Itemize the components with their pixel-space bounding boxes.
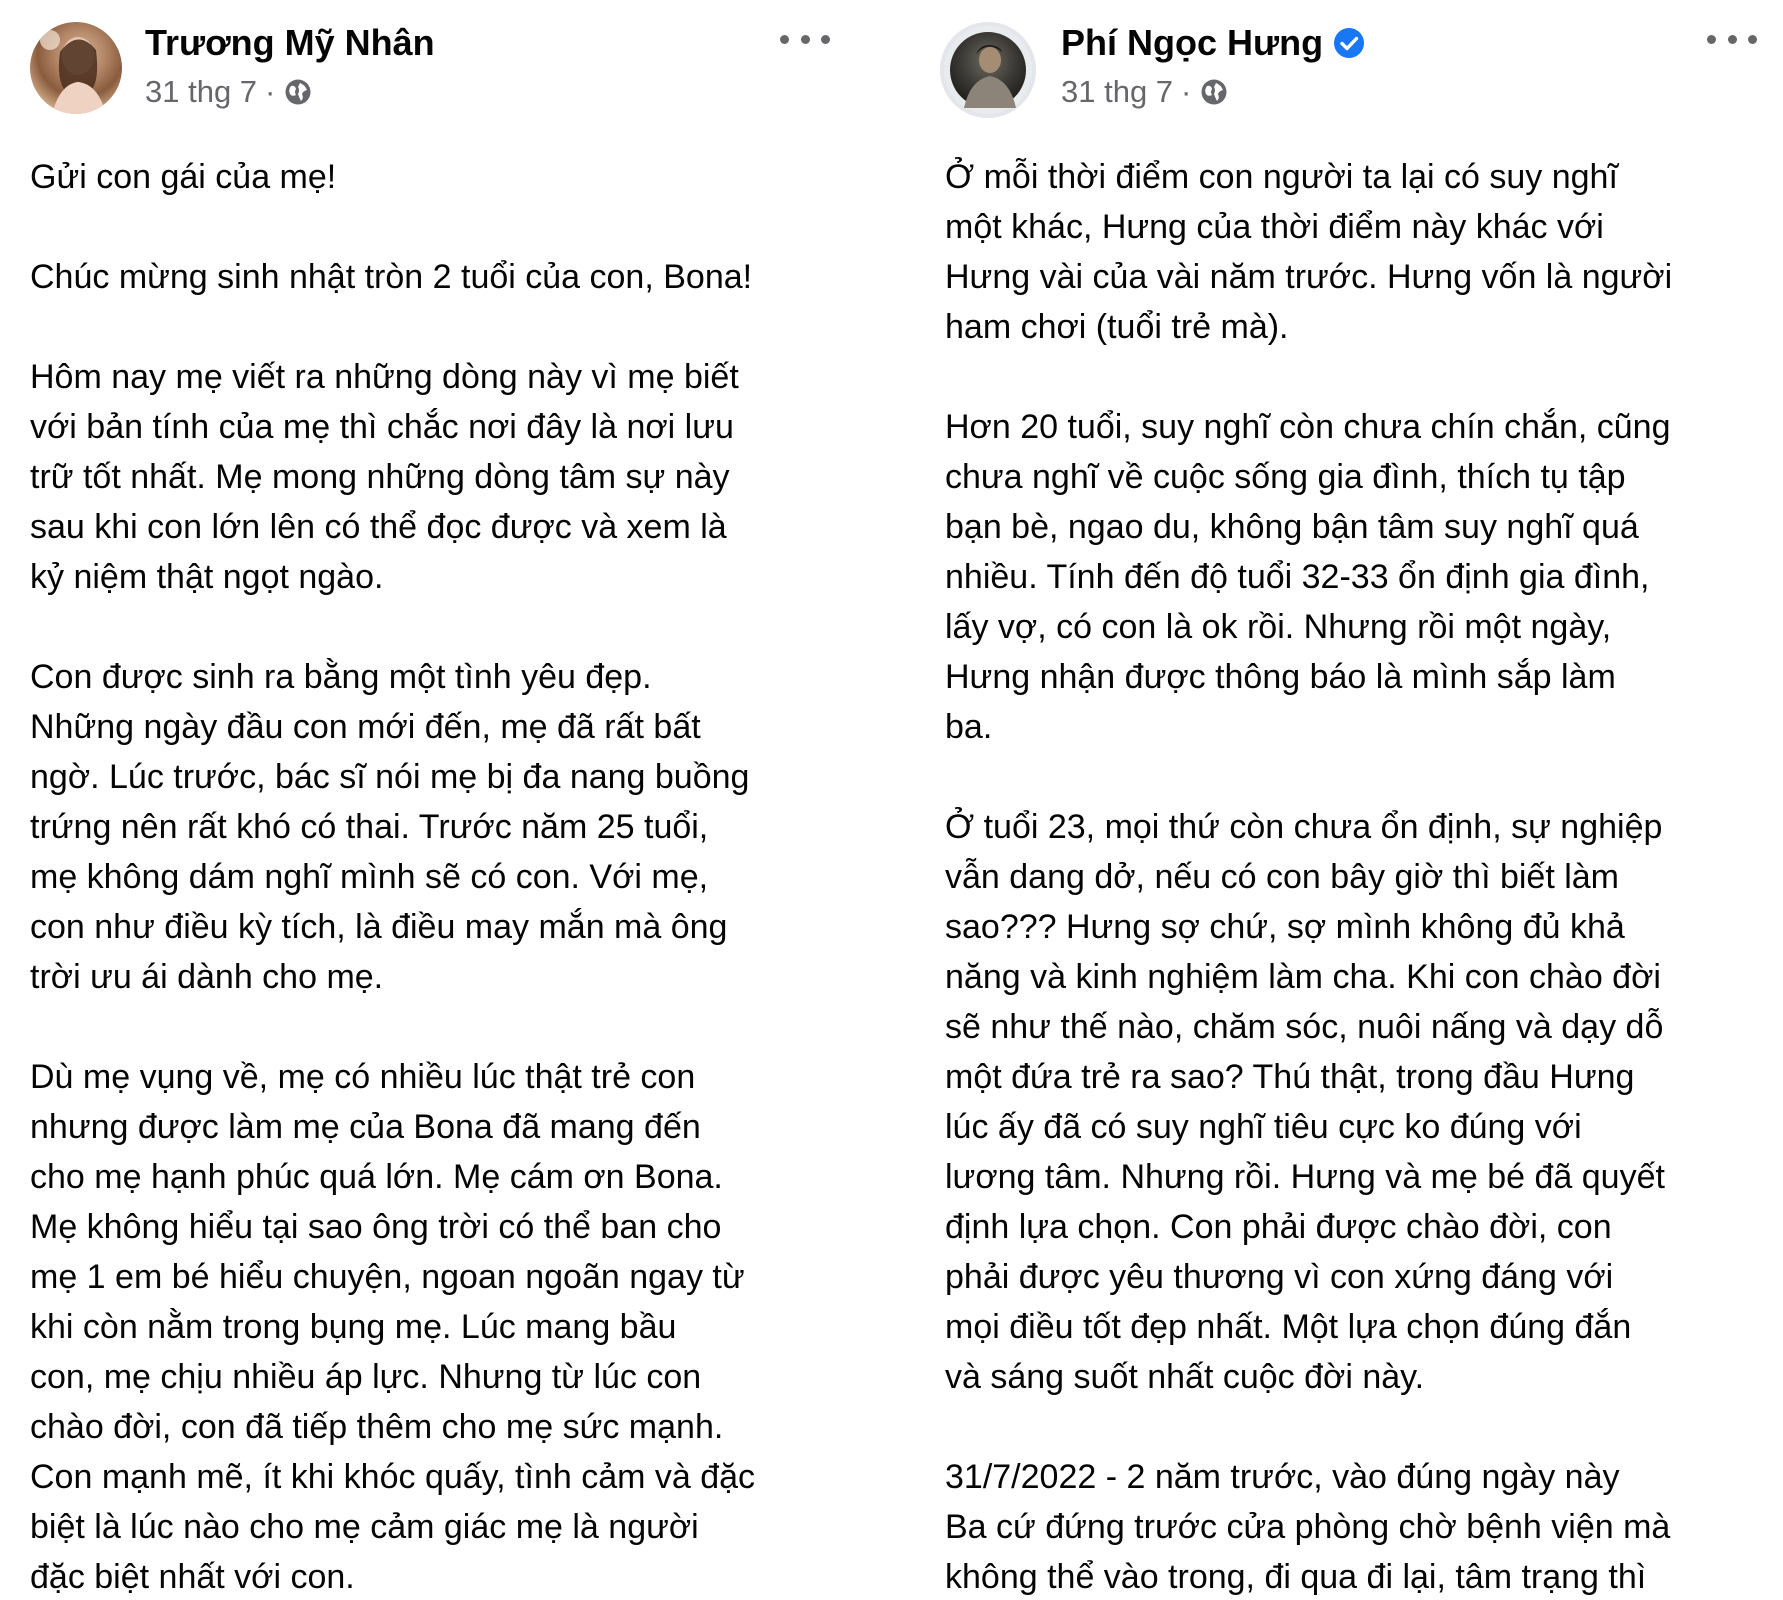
- text-line: ba.: [945, 708, 993, 746]
- more-options-icon: [780, 34, 789, 44]
- text-line: Hưng nhận được thông báo là mình sắp làm: [945, 658, 1616, 696]
- meta-separator: ·: [265, 74, 276, 109]
- text-line: vẫn dang dở, nếu có con bây giờ thì biết…: [945, 858, 1620, 896]
- text-line: Ở tuổi 23, mọi thứ còn chưa ổn định, sự …: [945, 808, 1663, 846]
- text-line: một đứa trẻ ra sao? Thú thật, trong đầu …: [945, 1058, 1635, 1096]
- text-line: chào đời, con đã tiếp thêm cho mẹ sức mạ…: [30, 1408, 724, 1446]
- text-line: bạn bè, ngao du, không bận tâm suy nghĩ …: [945, 508, 1639, 546]
- text-line: Dù mẹ vụng về, mẹ có nhiều lúc thật trẻ …: [30, 1058, 696, 1096]
- text-line: không thể vào trong, đi qua đi lại, tâm …: [945, 1558, 1647, 1596]
- paragraph: Dù mẹ vụng về, mẹ có nhiều lúc thật trẻ …: [30, 1052, 880, 1600]
- text-line: trữ tốt nhất. Mẹ mong những dòng tâm sự …: [30, 458, 730, 496]
- text-line: con, mẹ chịu nhiều áp lực. Nhưng từ lúc …: [30, 1358, 702, 1396]
- text-line: Chúc mừng sinh nhật tròn 2 tuổi của con,…: [30, 258, 753, 296]
- text-line: sau khi con lớn lên có thể đọc được và x…: [30, 508, 727, 546]
- text-line: ngờ. Lúc trước, bác sĩ nói mẹ bị đa nang…: [30, 758, 750, 796]
- more-options-dot: [821, 34, 830, 44]
- post-body: Ở mỗi thời điểm con người ta lại có suy …: [945, 152, 1780, 1600]
- text-line: mọi điều tốt đẹp nhất. Một lựa chọn đúng…: [945, 1308, 1632, 1346]
- more-options-dot: [800, 34, 810, 44]
- text-line: khi còn nằm trong bụng mẹ. Lúc mang bầu: [30, 1308, 677, 1346]
- text-line: năng và kinh nghiệm làm cha. Khi con chà…: [945, 958, 1661, 996]
- text-line: định lựa chọn. Con phải được chào đời, c…: [945, 1208, 1612, 1246]
- text-line: lương tâm. Nhưng rồi. Hưng và mẹ bé đã q…: [945, 1158, 1665, 1196]
- avatar[interactable]: [30, 22, 122, 114]
- text-line: lấy vợ, có con là ok rồi. Nhưng rồi một …: [945, 608, 1612, 646]
- text-line: nhiều. Tính đến độ tuổi 32-33 ổn định gi…: [945, 558, 1650, 596]
- text-line: Hưng vài của vài năm trước. Hưng vốn là …: [945, 258, 1673, 296]
- paragraph: Con được sinh ra bằng một tình yêu đẹp. …: [30, 652, 880, 1002]
- avatar-photo: [40, 30, 106, 114]
- text-line: Gửi con gái của mẹ!: [30, 158, 337, 196]
- verified-badge-icon: [1333, 27, 1365, 59]
- text-line: kỷ niệm thật ngọt ngào.: [30, 558, 384, 596]
- author-name[interactable]: Trương Mỹ Nhân: [145, 22, 435, 64]
- text-line: đặc biệt nhất với con.: [30, 1558, 355, 1596]
- text-line: Mẹ không hiểu tại sao ông trời có thể ba…: [30, 1208, 722, 1246]
- paragraph: Hơn 20 tuổi, suy nghĩ còn chưa chín chắn…: [945, 402, 1780, 752]
- more-options-dot: [1727, 34, 1737, 44]
- paragraph: Chúc mừng sinh nhật tròn 2 tuổi của con,…: [30, 252, 880, 302]
- text-line: Ba cứ đứng trước cửa phòng chờ bệnh viện…: [945, 1508, 1671, 1546]
- post-header: Trương Mỹ Nhân 31 thg 7 ·: [0, 0, 890, 140]
- avatar[interactable]: [940, 22, 1036, 118]
- post-meta: 31 thg 7 ·: [1061, 74, 1229, 110]
- post-phi-ngoc-hung: Phí Ngọc Hưng 31 thg 7 · Ở mỗi thời điểm…: [915, 0, 1783, 1600]
- text-line: sao??? Hưng sợ chứ, sợ mình không đủ khả: [945, 908, 1625, 946]
- text-line: cho mẹ hạnh phúc quá lớn. Mẹ cám ơn Bona…: [30, 1158, 723, 1196]
- text-line: chưa nghĩ về cuộc sống gia đình, thích t…: [945, 458, 1626, 496]
- more-options-button[interactable]: [1707, 26, 1757, 52]
- author-row: Phí Ngọc Hưng: [1061, 22, 1365, 64]
- globe-icon: [283, 77, 313, 107]
- text-line: phải được yêu thương vì con xứng đáng vớ…: [945, 1258, 1614, 1296]
- text-line: một khác, Hưng của thời điểm này khác vớ…: [945, 208, 1604, 246]
- text-line: Hơn 20 tuổi, suy nghĩ còn chưa chín chắn…: [945, 408, 1671, 446]
- avatar-photo: [950, 32, 1026, 108]
- author-row: Trương Mỹ Nhân: [145, 22, 435, 64]
- author-name[interactable]: Phí Ngọc Hưng: [1061, 22, 1323, 64]
- post-body: Gửi con gái của mẹ! Chúc mừng sinh nhật …: [30, 152, 880, 1600]
- post-header: Phí Ngọc Hưng 31 thg 7 ·: [915, 0, 1783, 140]
- text-line: Những ngày đầu con mới đến, mẹ đã rất bấ…: [30, 708, 701, 746]
- text-line: Con được sinh ra bằng một tình yêu đẹp.: [30, 658, 652, 696]
- text-line: ham chơi (tuổi trẻ mà).: [945, 308, 1289, 346]
- paragraph: Ở tuổi 23, mọi thứ còn chưa ổn định, sự …: [945, 802, 1780, 1402]
- text-line: mẹ 1 em bé hiểu chuyện, ngoan ngoãn ngay…: [30, 1258, 745, 1296]
- text-line: Hôm nay mẹ viết ra những dòng này vì mẹ …: [30, 358, 739, 396]
- paragraph: 31/7/2022 - 2 năm trước, vào đúng ngày n…: [945, 1452, 1780, 1600]
- text-line: con như điều kỳ tích, là điều may mắn mà…: [30, 908, 728, 946]
- text-line: nhưng được làm mẹ của Bona đã mang đến: [30, 1108, 701, 1146]
- text-line: trứng nên rất khó có thai. Trước năm 25 …: [30, 808, 709, 846]
- text-line: sẽ như thế nào, chăm sóc, nuôi nấng và d…: [945, 1008, 1664, 1046]
- text-line: trời ưu ái dành cho mẹ.: [30, 958, 384, 996]
- text-line: với bản tính của mẹ thì chắc nơi đây là …: [30, 408, 734, 446]
- text-line: Ở mỗi thời điểm con người ta lại có suy …: [945, 158, 1618, 196]
- more-options-icon: [1707, 34, 1716, 44]
- paragraph: Ở mỗi thời điểm con người ta lại có suy …: [945, 152, 1780, 352]
- text-line: Con mạnh mẽ, ít khi khóc quấy, tình cảm …: [30, 1458, 756, 1496]
- post-truong-my-nhan: Trương Mỹ Nhân 31 thg 7 · Gửi con gái củ…: [0, 0, 890, 1600]
- text-line: mẹ không dám nghĩ mình sẽ có con. Với mẹ…: [30, 858, 709, 896]
- more-options-button[interactable]: [780, 26, 830, 52]
- post-meta: 31 thg 7 ·: [145, 74, 313, 110]
- paragraph: Hôm nay mẹ viết ra những dòng này vì mẹ …: [30, 352, 880, 602]
- more-options-dot: [1748, 34, 1757, 44]
- globe-icon: [1199, 77, 1229, 107]
- text-line: lúc ấy đã có suy nghĩ tiêu cực ko đúng v…: [945, 1108, 1582, 1146]
- text-line: biệt là lúc nào cho mẹ cảm giác mẹ là ng…: [30, 1508, 699, 1546]
- text-line: và sáng suốt nhất cuộc đời này.: [945, 1358, 1425, 1396]
- text-line: 31/7/2022 - 2 năm trước, vào đúng ngày n…: [945, 1458, 1620, 1496]
- post-date[interactable]: 31 thg 7: [145, 74, 257, 110]
- paragraph: Gửi con gái của mẹ!: [30, 152, 880, 202]
- meta-separator: ·: [1181, 74, 1192, 109]
- post-date[interactable]: 31 thg 7: [1061, 74, 1173, 110]
